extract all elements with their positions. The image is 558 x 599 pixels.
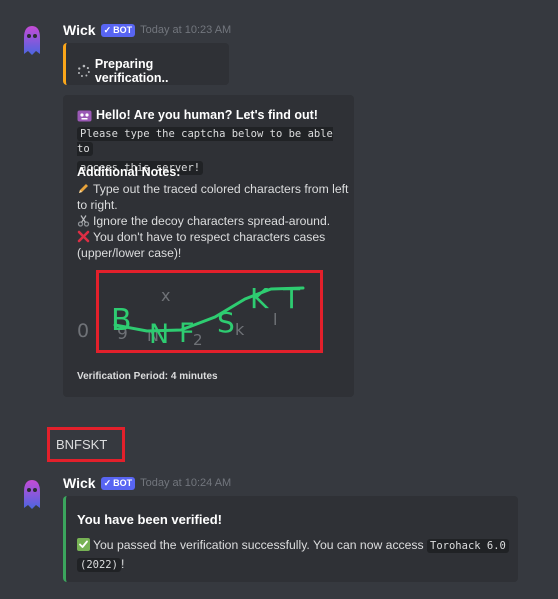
notes-list: Type out the traced colored characters f…	[77, 181, 349, 261]
robot-icon	[77, 110, 92, 121]
wick-avatar[interactable]	[21, 24, 43, 58]
bot-tag-label: BOT	[113, 477, 133, 488]
note-3-line-2: (upper/lower case)!	[77, 246, 182, 260]
wick-avatar[interactable]	[21, 478, 43, 512]
verification-period: Verification Period: 4 minutes	[77, 371, 218, 382]
decoy-char-2: 0	[77, 320, 89, 342]
timestamp[interactable]: Today at 10:23 AM	[140, 24, 231, 36]
verified-text-end: !	[120, 557, 125, 571]
notes-heading: Additional Notes:	[77, 165, 181, 179]
status-embed: Preparing verification..	[63, 43, 229, 85]
captcha-highlight-box	[96, 270, 323, 353]
server-year: (2022)	[77, 558, 121, 572]
note-item: You don't have to respect characters cas…	[77, 229, 349, 261]
author-name[interactable]: Wick	[63, 475, 96, 491]
author-name[interactable]: Wick	[63, 22, 96, 38]
bot-tag: ✓ BOT	[100, 23, 136, 37]
verified-embed: You have been verified! You passed the v…	[63, 496, 518, 582]
timestamp[interactable]: Today at 10:24 AM	[140, 477, 231, 489]
note-item: Type out the traced colored characters f…	[77, 181, 349, 213]
check-icon: ✓	[103, 24, 112, 35]
check-mark-icon	[77, 538, 90, 551]
note-item: Ignore the decoy characters spread-aroun…	[77, 213, 349, 229]
instruction-line-1: Please type the captcha below to be able…	[77, 127, 333, 156]
captcha-title: Hello! Are you human? Let's find out!	[96, 108, 318, 122]
server-name: Torohack 6.0	[427, 539, 509, 553]
note-1-line-1: Type out the traced colored characters f…	[93, 182, 349, 196]
verified-title: You have been verified!	[77, 512, 222, 527]
bot-tag-label: BOT	[113, 24, 133, 35]
scissors-icon	[77, 215, 90, 227]
note-3-line-1: You don't have to respect characters cas…	[93, 230, 326, 244]
loading-icon	[77, 64, 90, 77]
note-1-line-2: to right.	[77, 198, 118, 212]
note-2-line-1: Ignore the decoy characters spread-aroun…	[93, 214, 331, 228]
cross-mark-icon	[77, 230, 90, 243]
pencil-icon	[79, 184, 88, 193]
user-reply-text[interactable]: BNFSKT	[56, 437, 107, 452]
verified-body: You passed the verification successfully…	[77, 536, 512, 574]
verified-text: You passed the verification successfully…	[93, 538, 424, 552]
bot-tag: ✓ BOT	[100, 476, 136, 490]
status-text: Preparing verification..	[94, 57, 169, 85]
check-icon: ✓	[103, 477, 112, 488]
